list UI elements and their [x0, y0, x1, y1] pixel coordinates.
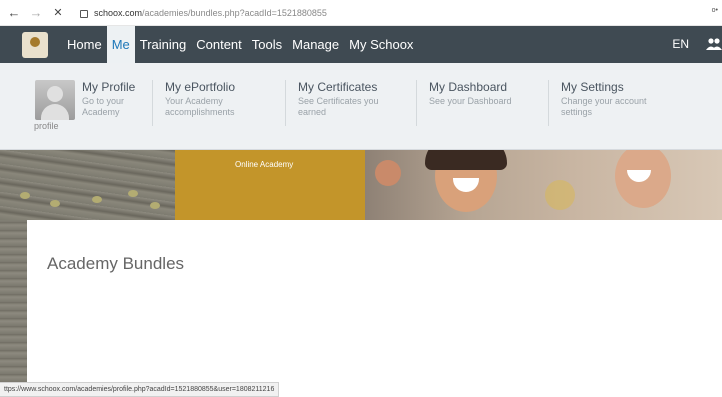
leaf-shape	[128, 190, 138, 197]
submenu-my-dashboard[interactable]: My Dashboard See your Dashboard	[429, 80, 539, 107]
leaf-shape	[92, 196, 102, 203]
url-path: /academies/bundles.php?acadId=1521880855	[142, 7, 327, 18]
my-certificates-desc: See Certificates you earned	[298, 96, 379, 117]
child-hair	[425, 150, 507, 170]
nav-tools[interactable]: Tools	[247, 26, 287, 63]
divider	[152, 80, 153, 126]
my-eportfolio-desc: Your Academy accomplishments	[165, 96, 235, 117]
academy-logo[interactable]	[22, 31, 48, 58]
back-icon[interactable]: ←	[6, 5, 22, 20]
my-dashboard-title[interactable]: My Dashboard	[429, 80, 539, 94]
divider	[416, 80, 417, 126]
my-profile-desc: Go to your Academy	[82, 96, 125, 117]
top-navigation: Home Me Training Content Tools Manage My…	[0, 26, 722, 63]
nav-me[interactable]: Me	[106, 26, 135, 63]
language-selector[interactable]: EN	[672, 26, 689, 63]
browser-toolbar: ← → ✕ schoox.com/academies/bundles.php?a…	[0, 0, 722, 26]
people-icon[interactable]	[706, 36, 722, 52]
submenu-my-certificates[interactable]: My Certificates See Certificates you ear…	[298, 80, 386, 118]
page-title: Academy Bundles	[47, 254, 185, 273]
banner-wood-image	[0, 150, 175, 220]
submenu-my-settings[interactable]: My Settings Change your account settings	[561, 80, 671, 118]
nav-training[interactable]: Training	[135, 26, 191, 63]
leaf-shape	[150, 202, 160, 209]
forward-icon[interactable]: →	[28, 5, 44, 20]
banner-label: Online Academy	[235, 160, 294, 169]
banner-children-photo	[365, 150, 722, 220]
my-dashboard-desc: See your Dashboard	[429, 96, 512, 106]
nav-manage[interactable]: Manage	[287, 26, 344, 63]
lock-icon	[80, 9, 88, 18]
extension-icon[interactable]: o•	[712, 7, 718, 14]
main-content-panel	[27, 220, 722, 382]
paint-splash	[375, 160, 401, 186]
submenu-my-profile[interactable]: My Profile Go to your Academy	[82, 80, 142, 118]
academy-banner: Online Academy	[0, 150, 722, 220]
my-profile-title[interactable]: My Profile	[82, 80, 142, 94]
my-settings-desc: Change your account settings	[561, 96, 647, 117]
address-bar[interactable]: schoox.com/academies/bundles.php?acadId=…	[94, 8, 327, 18]
avatar[interactable]	[35, 80, 75, 120]
nav-content[interactable]: Content	[191, 26, 247, 63]
close-icon[interactable]: ✕	[50, 6, 66, 19]
status-link-preview: ttps://www.schoox.com/academies/profile.…	[0, 382, 280, 397]
side-wood-image	[0, 220, 27, 382]
my-eportfolio-title[interactable]: My ePortfolio	[165, 80, 270, 94]
my-profile-desc-tail: profile	[34, 121, 59, 131]
me-submenu: My Profile Go to your Academy profile My…	[0, 63, 722, 150]
paint-splash	[545, 180, 575, 210]
url-domain: schoox.com	[94, 7, 143, 18]
my-settings-title[interactable]: My Settings	[561, 80, 671, 94]
banner-gold-panel: Online Academy	[175, 150, 365, 220]
nav-home[interactable]: Home	[62, 26, 107, 63]
my-certificates-title[interactable]: My Certificates	[298, 80, 386, 94]
divider	[285, 80, 286, 126]
leaf-shape	[50, 200, 60, 207]
divider	[548, 80, 549, 126]
leaf-shape	[20, 192, 30, 199]
submenu-my-eportfolio[interactable]: My ePortfolio Your Academy accomplishmen…	[165, 80, 270, 118]
nav-my-schoox[interactable]: My Schoox	[344, 26, 418, 63]
